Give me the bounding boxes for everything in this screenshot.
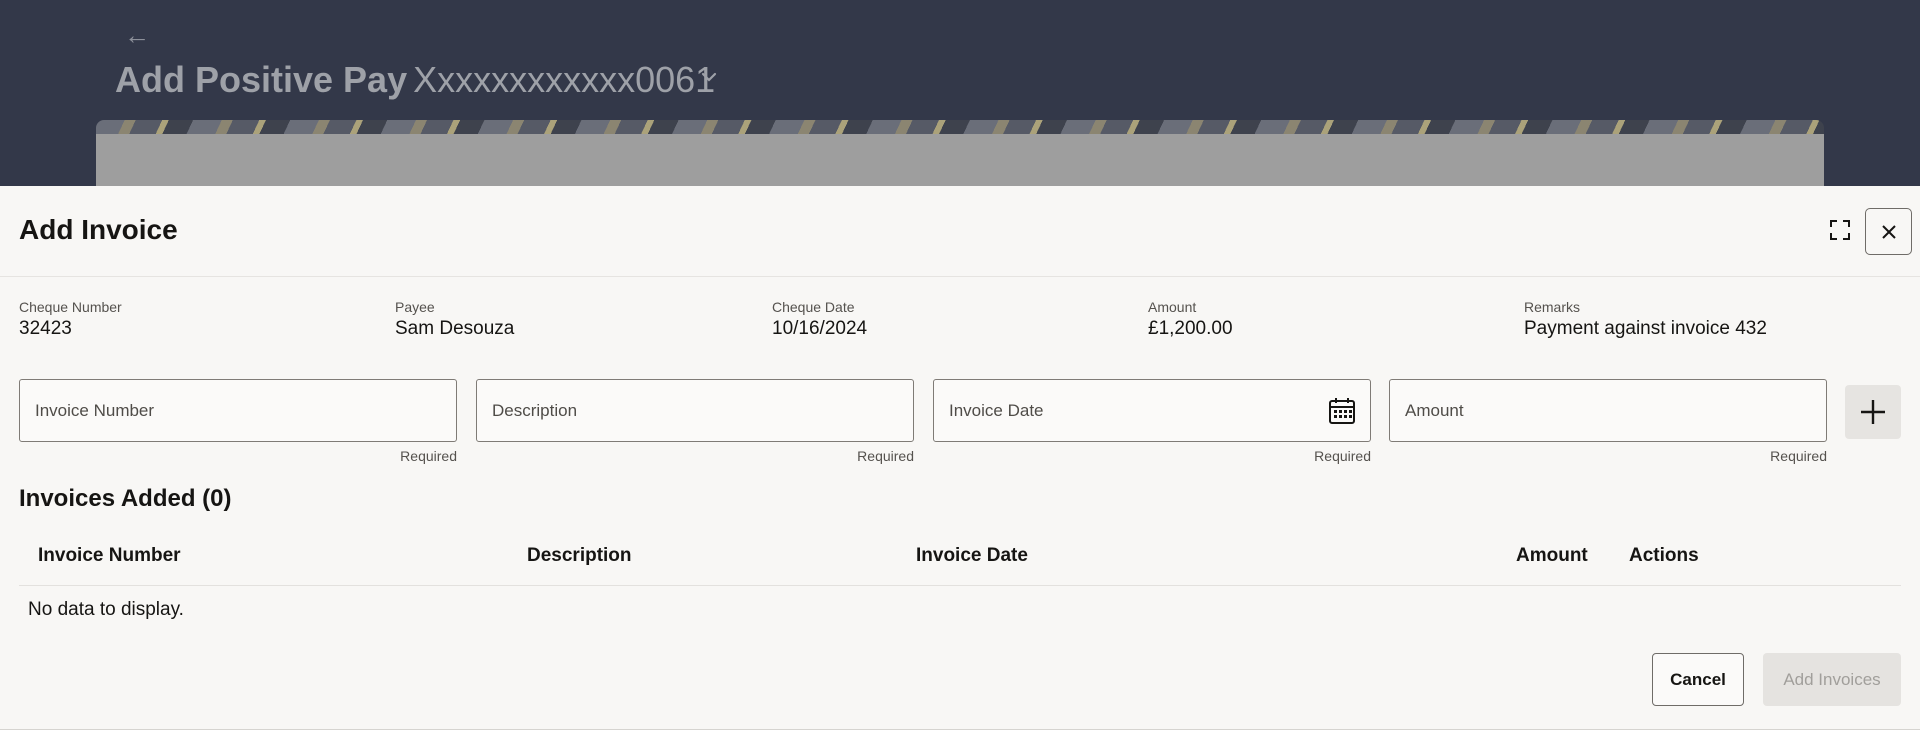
chevron-down-icon[interactable]: [700, 68, 718, 86]
amount-label: Amount: [1148, 299, 1197, 315]
back-arrow-icon[interactable]: ←: [124, 20, 150, 50]
invoice-date-helper: Required: [1314, 448, 1371, 464]
add-invoice-panel: Add Invoice Cheque Number 32423 Payee Sa…: [0, 186, 1920, 730]
column-header-invoice-number: Invoice Number: [38, 545, 181, 566]
account-selector-value[interactable]: Xxxxxxxxxxxx0061: [413, 59, 715, 100]
account-banner: [96, 134, 1824, 186]
page-title: Add Positive Pay Xxxxxxxxxxxx0061: [115, 56, 715, 104]
payee-info: Payee Sam Desouza: [395, 298, 514, 341]
amount-placeholder: Amount: [1405, 400, 1464, 420]
expand-icon[interactable]: [1830, 220, 1850, 240]
cheque-date-label: Cheque Date: [772, 299, 855, 315]
description-placeholder: Description: [492, 400, 578, 420]
page-title-text: Add Positive Pay: [115, 59, 408, 100]
invoice-number-input[interactable]: Invoice Number: [19, 379, 457, 442]
close-button[interactable]: [1865, 208, 1912, 255]
cheque-date-value: 10/16/2024: [772, 318, 868, 339]
add-invoices-button[interactable]: Add Invoices: [1763, 653, 1901, 706]
remarks-info: Remarks Payment against invoice 432: [1524, 298, 1767, 341]
cancel-button[interactable]: Cancel: [1652, 653, 1744, 706]
invoices-added-title: Invoices Added (0): [19, 485, 232, 512]
amount-helper: Required: [1770, 448, 1827, 464]
invoice-number-placeholder: Invoice Number: [35, 400, 155, 420]
invoice-date-placeholder: Invoice Date: [949, 400, 1044, 420]
remarks-value: Payment against invoice 432: [1524, 318, 1767, 339]
column-header-actions: Actions: [1629, 545, 1699, 566]
payee-value: Sam Desouza: [395, 318, 515, 339]
column-header-invoice-date: Invoice Date: [916, 545, 1028, 566]
amount-input[interactable]: Amount: [1389, 379, 1827, 442]
calendar-icon[interactable]: [1328, 397, 1356, 425]
table-header-divider: [19, 585, 1901, 586]
payee-label: Payee: [395, 299, 435, 315]
cheque-number-label: Cheque Number: [19, 299, 122, 315]
cheque-number-info: Cheque Number 32423: [19, 298, 122, 341]
plus-icon: [1861, 400, 1885, 424]
cheque-date-info: Cheque Date 10/16/2024: [772, 298, 867, 341]
invoice-number-field: Invoice Number Required: [19, 379, 457, 464]
invoice-date-input[interactable]: Invoice Date: [933, 379, 1371, 442]
column-header-amount: Amount: [1516, 545, 1588, 566]
cheque-number-value: 32423: [19, 318, 72, 339]
column-header-description: Description: [527, 545, 632, 566]
modal-title: Add Invoice: [19, 214, 178, 245]
invoice-date-field: Invoice Date Required: [933, 379, 1371, 464]
close-icon: [1881, 224, 1896, 239]
amount-field: Amount Required: [1389, 379, 1827, 464]
description-helper: Required: [857, 448, 914, 464]
amount-value: £1,200.00: [1148, 318, 1233, 339]
divider: [0, 276, 1920, 277]
add-invoice-row-button[interactable]: [1845, 385, 1901, 439]
description-field: Description Required: [476, 379, 914, 464]
description-input[interactable]: Description: [476, 379, 914, 442]
empty-table-message: No data to display.: [28, 599, 184, 620]
invoice-number-helper: Required: [400, 448, 457, 464]
amount-info: Amount £1,200.00: [1148, 298, 1233, 341]
remarks-label: Remarks: [1524, 299, 1581, 315]
